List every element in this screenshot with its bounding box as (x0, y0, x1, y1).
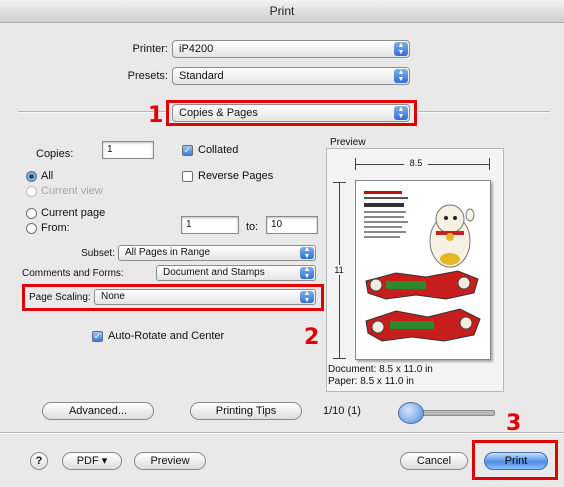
comments-forms-value: Document and Stamps (163, 267, 265, 278)
page-scaling-value: None (101, 291, 125, 302)
all-pages-label: All (41, 170, 54, 182)
reverse-pages-checkbox[interactable] (182, 171, 193, 182)
comments-forms-label: Comments and Forms: (22, 268, 124, 279)
copies-input[interactable]: 1 (102, 141, 154, 159)
current-view-radio[interactable] (26, 186, 37, 197)
printer-select[interactable]: iP4200 ▲ ▼ (172, 40, 410, 58)
pdf-button[interactable]: PDF ▾ (62, 452, 122, 470)
popup-arrows-icon: ▲ ▼ (300, 290, 314, 304)
auto-rotate-checkbox[interactable]: ✓ (92, 331, 103, 342)
popup-arrows-icon: ▲ ▼ (394, 69, 408, 83)
current-page-label: Current page (41, 207, 106, 219)
printing-tips-button[interactable]: Printing Tips (190, 402, 302, 420)
to-page-input[interactable]: 10 (266, 216, 318, 234)
subset-select[interactable]: All Pages in Range ▲ ▼ (118, 245, 316, 261)
window-title: Print (269, 4, 295, 18)
comments-forms-select[interactable]: Document and Stamps ▲ ▼ (156, 265, 316, 281)
preview-page (355, 180, 491, 360)
title-bar: Print (0, 0, 564, 23)
width-tick-left (355, 158, 356, 170)
subset-value: All Pages in Range (125, 247, 211, 258)
popup-arrows-icon: ▲ ▼ (300, 246, 314, 260)
panel-value: Copies & Pages (179, 107, 258, 119)
separator-right (418, 111, 550, 113)
page-slider-thumb[interactable] (398, 402, 424, 424)
from-page-input[interactable]: 1 (181, 216, 239, 234)
current-view-label: Current view (41, 185, 103, 197)
print-dialog: Print Printer: iP4200 ▲ ▼ Presets: Standa… (0, 0, 564, 487)
printer-label: Printer: (132, 43, 168, 55)
copies-label: Copies: (36, 148, 74, 160)
presets-select[interactable]: Standard ▲ ▼ (172, 67, 410, 85)
panel-select[interactable]: Copies & Pages ▲ ▼ (172, 104, 410, 122)
popup-arrows-icon: ▲ ▼ (394, 106, 408, 120)
annotation-number-1: 1 (148, 103, 164, 128)
from-label: From: (41, 222, 70, 234)
height-tick-top (333, 182, 346, 183)
from-radio[interactable] (26, 223, 37, 234)
all-pages-radio[interactable] (26, 171, 37, 182)
presets-value: Standard (179, 70, 224, 82)
printer-value: iP4200 (179, 43, 214, 55)
to-label: to: (246, 221, 259, 233)
width-value: 8.5 (404, 158, 428, 168)
height-value: 11 (331, 265, 347, 275)
presets-label: Presets: (127, 70, 168, 82)
width-tick-right (489, 158, 490, 170)
advanced-button[interactable]: Advanced... (42, 402, 154, 420)
collated-checkbox[interactable]: ✓ (182, 145, 193, 156)
subset-label: Subset: (81, 248, 115, 259)
help-button[interactable]: ? (30, 452, 48, 470)
paper-size-info: Paper: 8.5 x 11.0 in (328, 376, 414, 387)
preview-page-image (364, 191, 481, 342)
annotation-number-3: 3 (506, 411, 522, 436)
height-tick-bottom (333, 358, 346, 359)
page-scaling-select[interactable]: None ▲ ▼ (94, 289, 316, 305)
page-scaling-label: Page Scaling: (29, 292, 91, 303)
reverse-pages-label: Reverse Pages (198, 170, 274, 182)
print-button[interactable]: Print (484, 452, 548, 470)
collated-label: Collated (198, 144, 239, 156)
separator-left (18, 111, 168, 113)
preview-button[interactable]: Preview (134, 452, 206, 470)
popup-arrows-icon: ▲ ▼ (300, 266, 314, 280)
document-size-info: Document: 8.5 x 11.0 in (328, 364, 433, 375)
auto-rotate-label: Auto-Rotate and Center (108, 330, 225, 342)
annotation-number-2: 2 (304, 325, 320, 350)
page-counter: 1/10 (1) (323, 405, 361, 417)
current-page-radio[interactable] (26, 208, 37, 219)
popup-arrows-icon: ▲ ▼ (394, 42, 408, 56)
preview-title: Preview (330, 137, 366, 148)
bottom-separator (0, 432, 564, 434)
cancel-button[interactable]: Cancel (400, 452, 468, 470)
